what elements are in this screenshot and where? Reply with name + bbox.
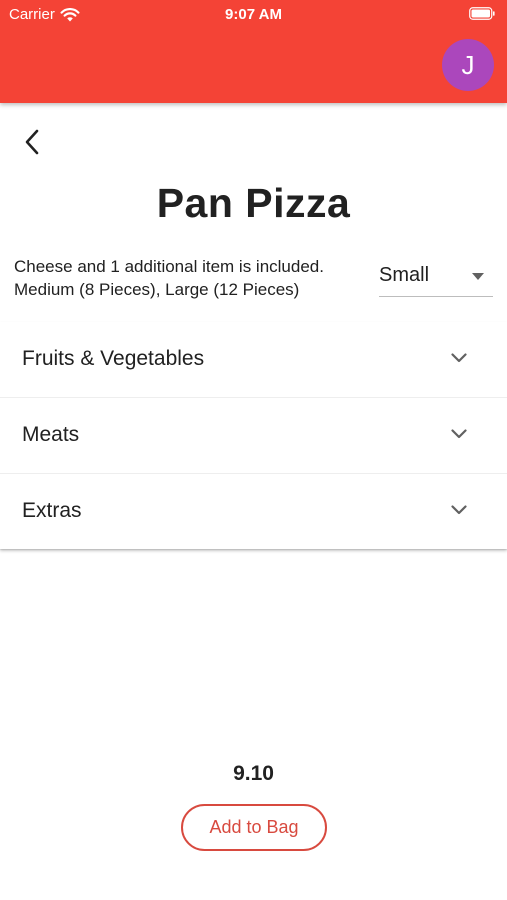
panel-label: Extras <box>22 499 82 522</box>
app-bar: Carrier 9:07 AM J <box>0 0 507 103</box>
panel-fruits-vegetables[interactable]: Fruits & Vegetables <box>0 322 507 397</box>
avatar-initial: J <box>461 49 475 80</box>
panel-label: Meats <box>22 423 80 446</box>
price-total: 9.10 <box>233 762 274 785</box>
screen: Carrier 9:07 AM J Pan Pizza Cheese and 1… <box>0 0 507 900</box>
back-button[interactable] <box>14 124 50 160</box>
panel-meats[interactable]: Meats <box>0 397 507 473</box>
back-arrow-icon <box>25 129 39 155</box>
chevron-down-icon[interactable] <box>451 353 467 363</box>
status-time: 9:07 AM <box>225 6 282 23</box>
description-line-2: Medium (8 Pieces), Large (12 Pieces) <box>14 280 300 299</box>
product-title: Pan Pizza <box>156 180 351 226</box>
panel-extras[interactable]: Extras <box>0 473 507 549</box>
add-to-bag-button[interactable]: Add to Bag <box>181 804 327 851</box>
product-description: Cheese and 1 additional item is included… <box>14 255 379 301</box>
topping-panels: Fruits & Vegetables Meats Extras <box>0 322 507 549</box>
battery-icon <box>469 7 495 20</box>
status-bar: Carrier 9:07 AM <box>0 0 507 30</box>
panel-label: Fruits & Vegetables <box>22 347 205 370</box>
description-line-1: Cheese and 1 additional item is included… <box>14 257 324 276</box>
size-dropdown-value: Small <box>379 264 430 286</box>
user-avatar[interactable]: J <box>442 39 494 91</box>
chevron-down-icon[interactable] <box>451 429 467 439</box>
chevron-down-icon[interactable] <box>451 505 467 515</box>
size-dropdown[interactable]: Small <box>379 260 493 297</box>
caret-down-icon <box>472 273 484 280</box>
